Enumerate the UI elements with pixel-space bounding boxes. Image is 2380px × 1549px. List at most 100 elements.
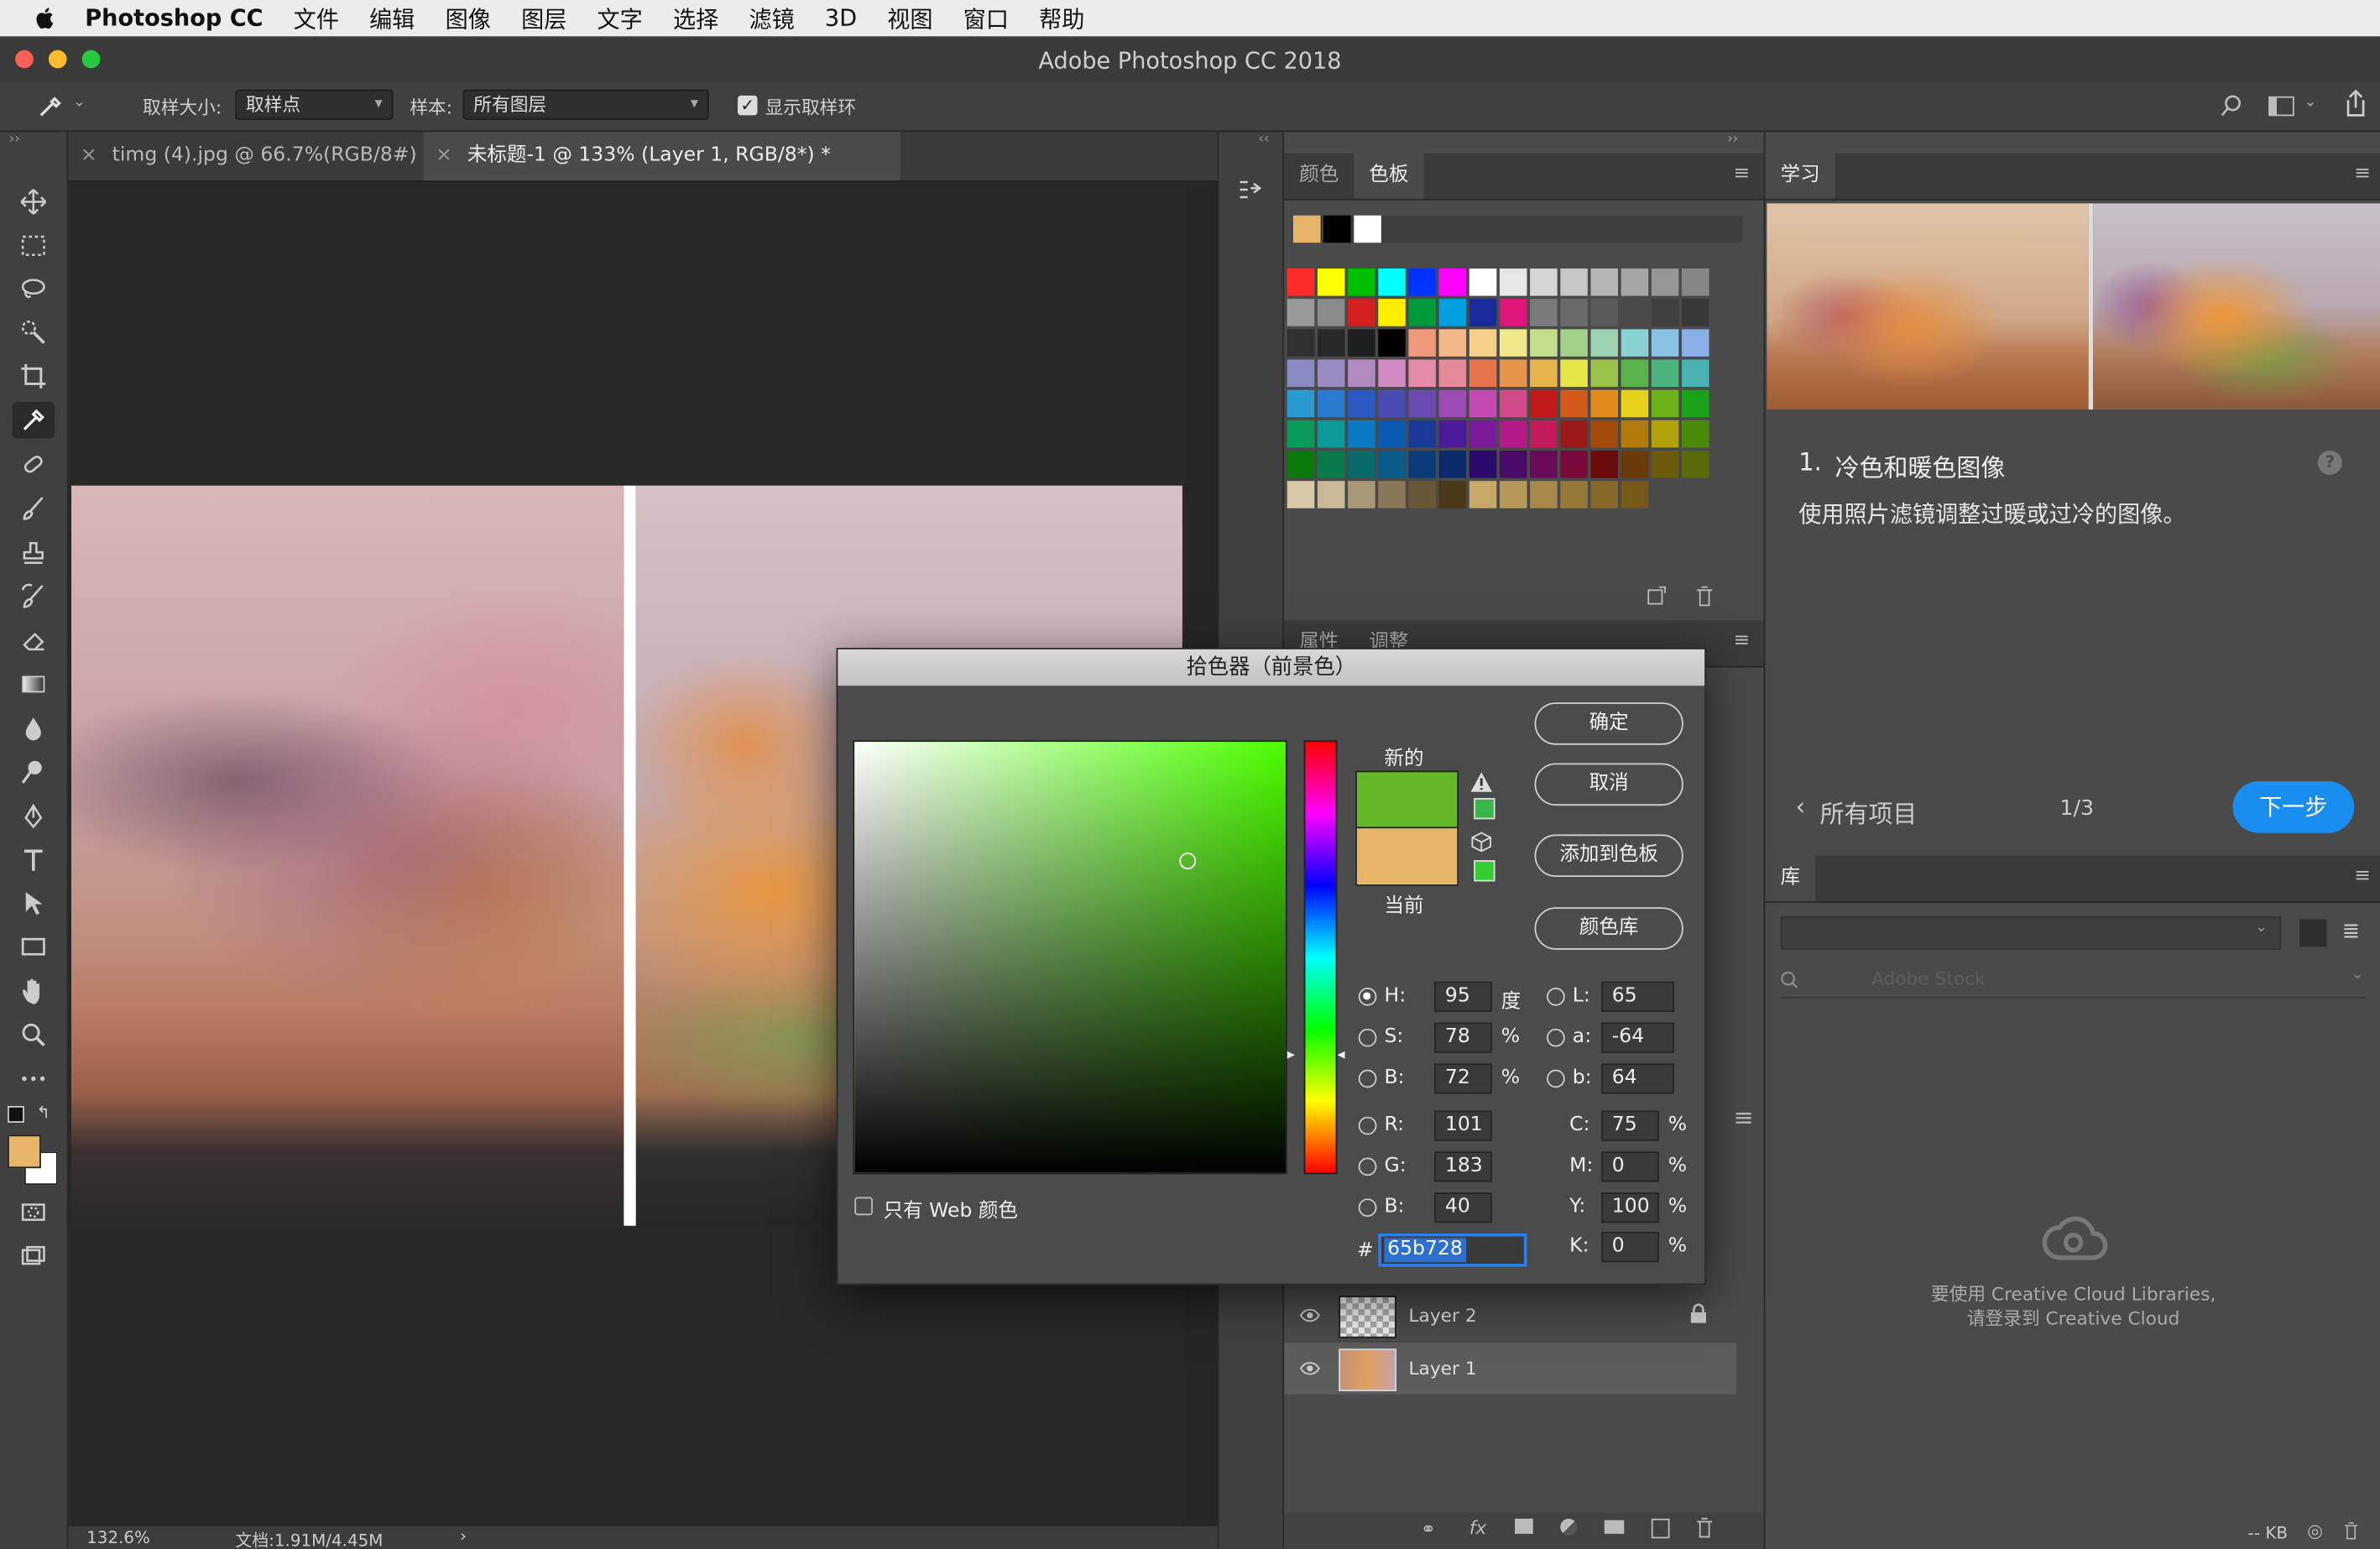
color-swatch[interactable] xyxy=(1530,269,1558,296)
trash-icon[interactable] xyxy=(1694,586,1715,607)
black-input[interactable]: 0 xyxy=(1601,1232,1659,1263)
layer-row[interactable]: Layer 2 xyxy=(1284,1290,1736,1341)
more-tools-icon[interactable] xyxy=(12,1061,55,1097)
color-swatch[interactable] xyxy=(1499,450,1527,478)
color-swatch[interactable] xyxy=(1590,359,1619,388)
blur-tool-icon[interactable] xyxy=(12,710,55,746)
color-swatch[interactable] xyxy=(1469,389,1497,418)
color-swatch[interactable] xyxy=(1682,389,1709,418)
menu-edit[interactable]: 编辑 xyxy=(369,3,415,34)
menu-3d[interactable]: 3D xyxy=(825,4,857,32)
color-swatch[interactable] xyxy=(1530,329,1558,357)
color-swatch[interactable] xyxy=(1621,420,1649,448)
color-swatch[interactable] xyxy=(1438,450,1467,478)
panel-menu-icon[interactable]: ≡ xyxy=(1734,629,1751,652)
color-swatch[interactable] xyxy=(1499,420,1527,448)
panel-menu-icon[interactable]: ≡ xyxy=(1734,1103,1754,1131)
app-menu[interactable]: Photoshop CC xyxy=(85,4,263,32)
share-icon[interactable] xyxy=(2342,88,2370,118)
color-swatch[interactable] xyxy=(1560,299,1588,326)
hue-slider-left-arrow[interactable]: ▸ xyxy=(1287,1047,1295,1064)
sync-icon[interactable]: ◎ xyxy=(2307,1520,2323,1541)
color-swatch[interactable] xyxy=(1560,389,1588,418)
collapse-icon[interactable]: ›› xyxy=(9,132,20,147)
color-swatch[interactable] xyxy=(1378,329,1406,357)
saturation-radio[interactable] xyxy=(1358,1028,1377,1047)
history-panel-icon[interactable] xyxy=(1237,178,1265,208)
recent-swatch[interactable] xyxy=(1354,215,1381,243)
color-swatch[interactable] xyxy=(1408,450,1437,478)
blue-radio[interactable] xyxy=(1358,1198,1377,1218)
library-select[interactable]: ⌄ xyxy=(1780,916,2282,950)
web-safe-color-chip[interactable] xyxy=(1474,860,1495,882)
brightness-radio[interactable] xyxy=(1358,1069,1377,1088)
menu-layer[interactable]: 图层 xyxy=(521,3,566,34)
close-tab-icon[interactable]: × xyxy=(81,144,97,167)
apple-icon[interactable] xyxy=(34,6,58,30)
tab-timg-document[interactable]: × timg (4).jpg @ 66.7%(RGB/8#) xyxy=(68,132,423,180)
color-swatch[interactable] xyxy=(1469,299,1497,326)
color-swatch[interactable] xyxy=(1530,420,1558,448)
trash-icon[interactable] xyxy=(1694,1517,1715,1538)
healing-brush-tool-icon[interactable] xyxy=(12,446,55,482)
color-swatch[interactable] xyxy=(1530,450,1558,478)
color-swatch[interactable] xyxy=(1287,481,1315,509)
move-tool-icon[interactable] xyxy=(12,184,55,220)
color-swatch[interactable] xyxy=(1590,329,1619,357)
crop-tool-icon[interactable] xyxy=(12,358,55,394)
color-swatch[interactable] xyxy=(1651,359,1679,388)
clone-stamp-tool-icon[interactable] xyxy=(12,534,55,570)
quick-mask-icon[interactable] xyxy=(12,1194,55,1230)
web-colors-only-checkbox[interactable] xyxy=(854,1197,873,1216)
color-swatch[interactable] xyxy=(1499,359,1527,388)
saturation-brightness-field[interactable] xyxy=(853,740,1287,1175)
tab-learn[interactable]: 学习 xyxy=(1765,153,1835,199)
chevron-right-icon[interactable]: › xyxy=(460,1526,467,1546)
cyan-input[interactable]: 75 xyxy=(1601,1110,1659,1141)
color-swatch[interactable] xyxy=(1469,329,1497,357)
color-swatch[interactable] xyxy=(1317,481,1345,509)
color-swatch[interactable] xyxy=(1438,329,1467,357)
color-swatch[interactable] xyxy=(1378,420,1406,448)
out-of-gamut-warning-icon[interactable] xyxy=(1469,770,1494,793)
eraser-tool-icon[interactable] xyxy=(12,622,55,658)
color-swatch[interactable] xyxy=(1317,329,1345,357)
tab-swatches[interactable]: 色板 xyxy=(1354,153,1424,199)
recent-swatch[interactable] xyxy=(1292,215,1321,243)
color-swatch[interactable] xyxy=(1317,389,1345,418)
menu-view[interactable]: 视图 xyxy=(887,3,932,34)
grid-view-icon[interactable] xyxy=(2299,919,2327,947)
color-swatch[interactable] xyxy=(1287,269,1315,296)
color-swatch[interactable] xyxy=(1530,389,1558,418)
color-swatch[interactable] xyxy=(1378,481,1406,509)
close-tab-icon[interactable]: × xyxy=(436,144,452,167)
quick-selection-tool-icon[interactable] xyxy=(12,314,55,350)
add-mask-icon[interactable] xyxy=(1515,1518,1533,1534)
color-swatch[interactable] xyxy=(1438,389,1467,418)
yellow-input[interactable]: 100 xyxy=(1601,1192,1659,1223)
cancel-button[interactable]: 取消 xyxy=(1534,763,1683,806)
screen-mode-icon[interactable] xyxy=(12,1238,55,1274)
color-swatch[interactable] xyxy=(1682,359,1709,388)
add-to-swatches-button[interactable]: 添加到色板 xyxy=(1534,834,1683,878)
color-swatch[interactable] xyxy=(1621,450,1649,478)
color-swatch[interactable] xyxy=(1408,389,1437,418)
marquee-tool-icon[interactable] xyxy=(12,227,55,263)
color-swatch[interactable] xyxy=(1560,269,1588,296)
color-swatch[interactable] xyxy=(1621,389,1649,418)
hue-slider[interactable] xyxy=(1303,740,1338,1175)
color-swatch[interactable] xyxy=(1560,450,1588,478)
hex-input[interactable]: 65b728 xyxy=(1378,1233,1527,1267)
brush-tool-icon[interactable] xyxy=(12,490,55,526)
a-channel-radio[interactable] xyxy=(1547,1028,1565,1047)
eye-icon[interactable] xyxy=(1299,1361,1320,1376)
split-divider[interactable] xyxy=(624,485,636,1226)
help-icon[interactable]: ? xyxy=(2317,450,2342,475)
link-layers-icon[interactable]: ⚭ xyxy=(1421,1519,1436,1540)
color-swatch[interactable] xyxy=(1499,329,1527,357)
adjustment-layer-icon[interactable] xyxy=(1560,1518,1578,1536)
tab-library[interactable]: 库 xyxy=(1765,855,1816,901)
gamut-color-chip[interactable] xyxy=(1474,798,1495,820)
color-swatch[interactable] xyxy=(1469,450,1497,478)
brightness-input[interactable]: 72 xyxy=(1434,1063,1492,1094)
